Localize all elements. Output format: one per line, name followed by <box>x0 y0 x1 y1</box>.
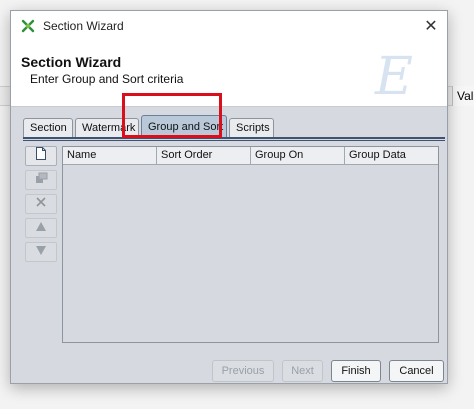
new-button[interactable] <box>25 146 57 166</box>
column-header-group-on[interactable]: Group On <box>251 147 345 164</box>
app-icon <box>20 18 36 34</box>
table-header: Name Sort Order Group On Group Data <box>63 147 438 165</box>
background-column-label: Val <box>452 86 474 106</box>
group-sort-table[interactable]: Name Sort Order Group On Group Data <box>62 146 439 343</box>
new-icon <box>35 147 47 165</box>
wizard-subtitle: Enter Group and Sort criteria <box>30 72 184 86</box>
tab-divider <box>23 137 445 139</box>
move-up-icon <box>35 219 47 237</box>
title-bar: Section Wizard ✕ <box>11 11 447 41</box>
window-title: Section Wizard <box>43 19 124 33</box>
move-up-button[interactable] <box>25 218 57 238</box>
tab-section[interactable]: Section <box>23 118 73 137</box>
tab-strip: Section Watermark Group and Sort Scripts <box>23 115 276 137</box>
tab-watermark[interactable]: Watermark <box>75 118 139 137</box>
delete-icon <box>35 195 47 213</box>
properties-button[interactable] <box>25 170 57 190</box>
wizard-title: Section Wizard <box>21 54 122 70</box>
section-wizard-dialog: Section Wizard ✕ Section Wizard Enter Gr… <box>10 10 448 384</box>
column-header-sort-order[interactable]: Sort Order <box>157 147 251 164</box>
wizard-header: Section Wizard Enter Group and Sort crit… <box>11 41 447 107</box>
column-header-group-data[interactable]: Group Data <box>345 147 438 164</box>
finish-button[interactable]: Finish <box>331 360 381 382</box>
properties-icon <box>35 171 48 189</box>
move-down-button[interactable] <box>25 242 57 262</box>
tab-divider-secondary <box>23 140 445 141</box>
previous-button[interactable]: Previous <box>212 360 274 382</box>
tab-scripts[interactable]: Scripts <box>229 118 274 137</box>
cancel-button[interactable]: Cancel <box>389 360 444 382</box>
move-down-icon <box>35 243 47 261</box>
tab-group-and-sort[interactable]: Group and Sort <box>141 115 227 137</box>
close-icon: ✕ <box>424 18 438 35</box>
delete-button[interactable] <box>25 194 57 214</box>
wizard-logo: E <box>375 47 413 107</box>
column-header-name[interactable]: Name <box>63 147 157 164</box>
next-button[interactable]: Next <box>282 360 323 382</box>
close-button[interactable]: ✕ <box>419 14 443 38</box>
